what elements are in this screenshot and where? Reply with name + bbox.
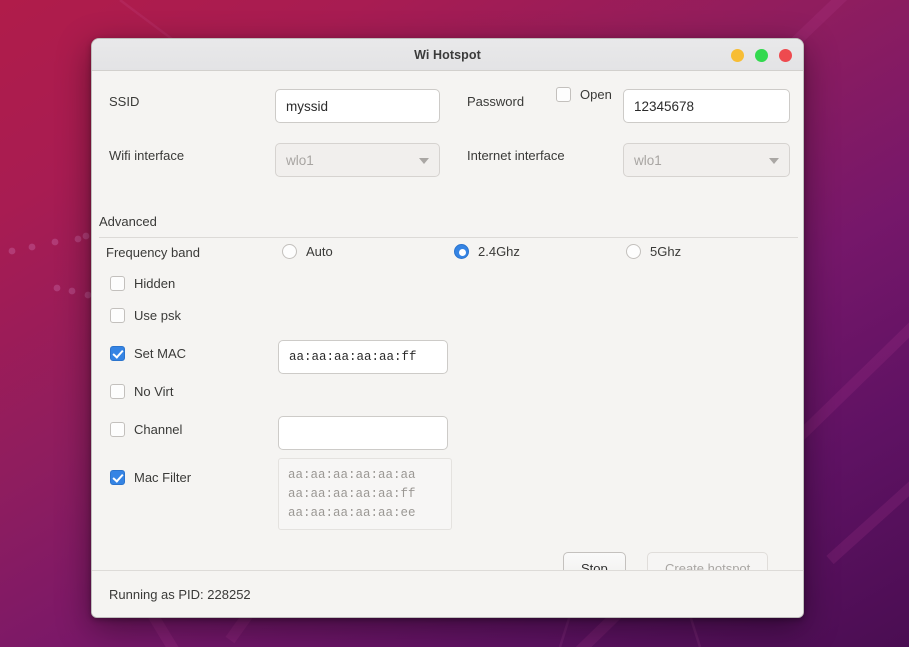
internet-interface-dropdown[interactable]: wlo1 bbox=[623, 143, 790, 177]
password-label-wrap: Password bbox=[467, 94, 524, 109]
minimize-button-icon[interactable] bbox=[731, 48, 744, 62]
channel-checkbox[interactable] bbox=[110, 422, 125, 437]
frequency-option-auto[interactable]: Auto bbox=[282, 244, 333, 259]
wifi-interface-label: Wifi interface bbox=[109, 148, 185, 163]
set-mac-checkbox-row[interactable]: Set MAC bbox=[110, 346, 186, 361]
set-mac-checkbox[interactable] bbox=[110, 346, 125, 361]
window-content: SSID Password Open Wifi interface wlo1 I… bbox=[92, 71, 803, 617]
wifi-interface-label-wrap: Wifi interface bbox=[109, 148, 184, 163]
advanced-section-label: Advanced bbox=[99, 214, 157, 229]
set-mac-label: Set MAC bbox=[134, 346, 187, 361]
radio-2-4ghz[interactable] bbox=[454, 244, 469, 259]
channel-label: Channel bbox=[134, 422, 183, 437]
mac-filter-checkbox[interactable] bbox=[110, 470, 125, 485]
window-title: Wi Hotspot bbox=[414, 47, 481, 62]
mac-filter-textarea[interactable]: aa:aa:aa:aa:aa:aa aa:aa:aa:aa:aa:ff aa:a… bbox=[278, 458, 452, 530]
frequency-option-5ghz[interactable]: 5Ghz bbox=[626, 244, 681, 259]
close-button-icon[interactable] bbox=[779, 48, 792, 62]
advanced-separator bbox=[99, 237, 798, 238]
desktop: Wi Hotspot SSID Password Open bbox=[0, 0, 909, 647]
no-virt-checkbox[interactable] bbox=[110, 384, 125, 399]
chevron-down-icon bbox=[419, 158, 429, 164]
window-controls bbox=[731, 39, 792, 71]
radio-auto-label: Auto bbox=[306, 244, 333, 259]
open-label: Open bbox=[580, 87, 612, 102]
ssid-input[interactable] bbox=[275, 89, 440, 123]
wifi-interface-value: wlo1 bbox=[286, 152, 314, 168]
frequency-band-label: Frequency band bbox=[106, 245, 200, 260]
radio-auto[interactable] bbox=[282, 244, 297, 259]
radio-5ghz-label: 5Ghz bbox=[650, 244, 682, 259]
radio-5ghz[interactable] bbox=[626, 244, 641, 259]
radio-2-4ghz-label: 2.4Ghz bbox=[478, 244, 520, 259]
hidden-checkbox-row[interactable]: Hidden bbox=[110, 276, 175, 291]
set-mac-input[interactable] bbox=[278, 340, 448, 374]
status-text: Running as PID: 228252 bbox=[109, 587, 251, 602]
ssid-label-wrap: SSID bbox=[109, 94, 139, 109]
internet-interface-label-wrap: Internet interface bbox=[467, 148, 565, 163]
open-checkbox[interactable] bbox=[556, 87, 571, 102]
use-psk-label: Use psk bbox=[134, 308, 181, 323]
maximize-button-icon[interactable] bbox=[755, 48, 768, 62]
window-titlebar[interactable]: Wi Hotspot bbox=[92, 39, 803, 71]
password-input[interactable] bbox=[623, 89, 790, 123]
internet-interface-label: Internet interface bbox=[467, 148, 565, 163]
password-label: Password bbox=[467, 94, 525, 109]
frequency-option-24ghz[interactable]: 2.4Ghz bbox=[454, 244, 520, 259]
channel-input[interactable] bbox=[278, 416, 448, 450]
no-virt-label: No Virt bbox=[134, 384, 174, 399]
wifi-interface-dropdown[interactable]: wlo1 bbox=[275, 143, 440, 177]
mac-filter-label: Mac Filter bbox=[134, 470, 192, 485]
open-checkbox-row[interactable]: Open bbox=[556, 87, 612, 102]
use-psk-checkbox-row[interactable]: Use psk bbox=[110, 308, 181, 323]
channel-checkbox-row[interactable]: Channel bbox=[110, 422, 182, 437]
no-virt-checkbox-row[interactable]: No Virt bbox=[110, 384, 174, 399]
hidden-label: Hidden bbox=[134, 276, 176, 291]
frequency-band-label-wrap: Frequency band bbox=[106, 245, 200, 260]
app-window: Wi Hotspot SSID Password Open bbox=[91, 38, 804, 618]
use-psk-checkbox[interactable] bbox=[110, 308, 125, 323]
chevron-down-icon bbox=[769, 158, 779, 164]
status-bar: Running as PID: 228252 bbox=[92, 570, 803, 617]
ssid-label: SSID bbox=[109, 94, 140, 109]
hidden-checkbox[interactable] bbox=[110, 276, 125, 291]
mac-filter-checkbox-row[interactable]: Mac Filter bbox=[110, 470, 191, 485]
internet-interface-value: wlo1 bbox=[634, 152, 662, 168]
